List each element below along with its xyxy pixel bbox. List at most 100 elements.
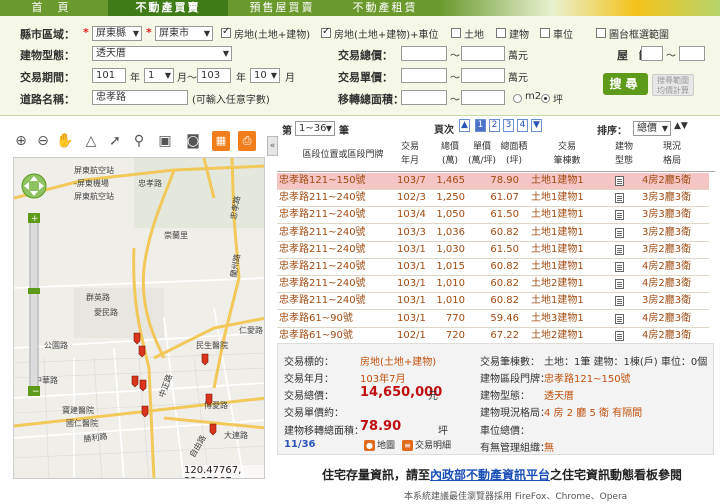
sort-select[interactable]: 總價 ▼ xyxy=(633,121,671,136)
average-price-button[interactable]: 搜尋範圍 均價計算 xyxy=(652,74,694,96)
camera-icon[interactable]: ◙ xyxy=(184,131,202,151)
detail-map-button[interactable]: ● 地圖 xyxy=(364,438,395,451)
total-price-max-input[interactable] xyxy=(461,46,505,61)
pan-hand-icon[interactable]: ✋ xyxy=(56,131,74,151)
period-start-year-input[interactable]: 101 xyxy=(92,68,126,83)
nav-tab-presale[interactable]: 預售屋買賣 xyxy=(232,0,332,16)
table-row[interactable]: 忠孝路211~240號 103/1 1,030 61.50 土地1建物1 3房2廳3衛 xyxy=(277,242,709,259)
map-view[interactable]: 屏東航空站 -屏東機場 屏東航空站 忠孝路 忠孝路 崇蘭里 蘭州路 群英路 愛民… xyxy=(13,157,265,479)
table-row[interactable]: 忠孝路211~240號 103/1 1,010 60.82 土地1建物1 3房2廳3衛 xyxy=(277,293,709,311)
document-icon[interactable] xyxy=(615,244,624,255)
area-min-input[interactable] xyxy=(401,90,447,105)
document-icon[interactable] xyxy=(615,176,624,186)
page-button-3[interactable]: 3 xyxy=(503,119,514,132)
document-icon[interactable] xyxy=(615,262,624,272)
table-row[interactable]: 忠孝路61~90號 103/1 770 59.46 土地3建物1 4房2廳3衛 xyxy=(277,311,709,328)
row-address[interactable]: 忠孝路211~240號 xyxy=(279,190,366,206)
full-extent-icon[interactable]: ▣ xyxy=(156,131,174,151)
road-input[interactable]: 忠孝路 xyxy=(92,90,188,105)
period-end-year-input[interactable]: 103 xyxy=(197,68,231,83)
page-button-4[interactable]: 4 xyxy=(517,119,528,132)
document-icon[interactable] xyxy=(615,210,624,221)
sort-direction-icon[interactable]: ▲▼ xyxy=(674,121,688,131)
town-select[interactable]: 屏東市 ▼ xyxy=(155,26,213,41)
period-end-month-select[interactable]: 10 ▼ xyxy=(250,68,280,83)
row-address[interactable]: 忠孝路211~240號 xyxy=(279,225,366,241)
area-unit-m2-radio[interactable] xyxy=(513,94,522,103)
pan-control-icon[interactable] xyxy=(21,173,47,199)
header-target[interactable]: 交易 筆棟數 xyxy=(545,140,589,168)
type-checkbox-building[interactable] xyxy=(496,28,506,38)
row-address[interactable]: 忠孝路211~240號 xyxy=(279,207,366,223)
type-label-house: 房地(土地+建物) xyxy=(234,30,311,41)
page-button-2[interactable]: 2 xyxy=(489,119,500,132)
table-row[interactable]: 忠孝路211~240號 103/1 1,010 60.82 土地2建物1 4房2廳3衛 xyxy=(277,276,709,294)
row-address[interactable]: 忠孝路211~240號 xyxy=(279,242,366,258)
header-area[interactable]: 總面積 (坪) xyxy=(497,140,531,168)
type-checkbox-land[interactable] xyxy=(451,28,461,38)
table-row[interactable]: 忠孝路211~240號 103/1 1,015 60.82 土地1建物1 4房2廳3衛 xyxy=(277,259,709,276)
map-range-checkbox[interactable] xyxy=(596,28,606,38)
print-icon[interactable]: ⎙ xyxy=(238,131,256,151)
platform-link[interactable]: 內政部不動產資訊平台 xyxy=(430,468,550,482)
row-address[interactable]: 忠孝路211~240號 xyxy=(279,293,366,309)
record-range-select[interactable]: 1~36 ▼ xyxy=(295,121,335,136)
detail-btype-value: 透天厝 xyxy=(544,391,574,402)
header-location[interactable]: 區段位置或區段門牌 xyxy=(295,148,391,162)
page-next-button[interactable]: ▼ xyxy=(531,119,542,132)
total-price-min-input[interactable] xyxy=(401,46,447,61)
zoom-out-icon[interactable]: ⊖ xyxy=(34,131,52,151)
document-icon[interactable] xyxy=(615,279,624,290)
row-area: 61.07 xyxy=(490,192,519,204)
table-row[interactable]: 忠孝路121~150號 103/7 1,465 78.90 土地1建物1 4房2廳5衛 xyxy=(277,173,709,190)
row-address[interactable]: 忠孝路61~90號 xyxy=(279,311,353,327)
nav-tab-sale[interactable]: 不動產買賣 xyxy=(108,0,228,16)
table-row[interactable]: 忠孝路211~240號 102/3 1,250 61.07 土地1建物1 3房3廳3衛 xyxy=(277,190,709,208)
document-icon[interactable] xyxy=(615,227,624,238)
page-button-1[interactable]: 1 xyxy=(475,119,486,132)
row-area: 61.50 xyxy=(490,243,519,255)
area-unit-ping-radio[interactable] xyxy=(541,94,550,103)
header-date[interactable]: 交易 年月 xyxy=(397,140,423,168)
locate-icon[interactable]: ⚲ xyxy=(130,131,148,151)
header-total[interactable]: 總價 (萬) xyxy=(437,140,463,168)
page-prev-button[interactable]: ▲ xyxy=(459,119,470,132)
document-icon[interactable] xyxy=(615,313,624,324)
search-button[interactable]: 搜尋 xyxy=(603,73,648,95)
unit-price-max-input[interactable] xyxy=(461,68,505,83)
age-max-input[interactable] xyxy=(679,46,705,61)
table-row[interactable]: 忠孝路211~240號 103/4 1,050 61.50 土地1建物1 3房3廳3衛 xyxy=(277,207,709,225)
building-type-select[interactable]: 透天厝 ▼ xyxy=(92,46,232,61)
zoom-in-icon[interactable]: ⊕ xyxy=(12,131,30,151)
period-start-month-select[interactable]: 1 ▼ xyxy=(144,68,174,83)
unit-price-min-input[interactable] xyxy=(401,68,447,83)
age-min-input[interactable] xyxy=(641,46,663,61)
zoom-slider[interactable]: + − xyxy=(28,213,40,397)
header-layout[interactable]: 現況 格局 xyxy=(657,140,687,168)
document-icon[interactable] xyxy=(615,193,624,204)
grid-layer-icon[interactable]: ▦ xyxy=(212,131,230,151)
area-max-input[interactable] xyxy=(461,90,505,105)
type-checkbox-house[interactable] xyxy=(221,26,231,38)
row-address[interactable]: 忠孝路211~240號 xyxy=(279,276,366,292)
results-table-header: 區段位置或區段門牌 交易 年月 總價 (萬) 單價 (萬/坪) 總面積 (坪) 交易 筆棟… xyxy=(277,140,715,172)
table-row[interactable]: 忠孝路211~240號 103/3 1,036 60.82 土地1建物1 3房2廳3衛 xyxy=(277,225,709,242)
row-address[interactable]: 忠孝路121~150號 xyxy=(279,173,366,189)
year-label: 年 xyxy=(130,73,140,84)
type-checkbox-house-parking[interactable] xyxy=(321,26,331,38)
document-icon[interactable] xyxy=(615,296,624,307)
header-btype[interactable]: 建物 型態 xyxy=(611,140,637,168)
detail-transaction-button[interactable]: ≡ 交易明細 xyxy=(402,438,451,451)
nav-tab-home[interactable]: 首 頁 xyxy=(16,0,86,16)
nav-tab-rent[interactable]: 不動產租賃 xyxy=(335,0,435,16)
county-select[interactable]: 屏東縣 ▼ xyxy=(92,26,142,41)
measure-icon[interactable]: △ xyxy=(82,131,100,151)
type-checkbox-parking[interactable] xyxy=(540,28,550,38)
row-layout: 4房2廳5衛 xyxy=(642,175,692,186)
chevron-down-icon: ▼ xyxy=(132,29,139,38)
row-address[interactable]: 忠孝路61~90號 xyxy=(279,328,353,344)
row-address[interactable]: 忠孝路211~240號 xyxy=(279,259,366,275)
document-icon[interactable] xyxy=(615,330,624,341)
header-unit[interactable]: 單價 (萬/坪) xyxy=(465,140,499,168)
pointer-icon[interactable]: ➚ xyxy=(106,131,124,151)
